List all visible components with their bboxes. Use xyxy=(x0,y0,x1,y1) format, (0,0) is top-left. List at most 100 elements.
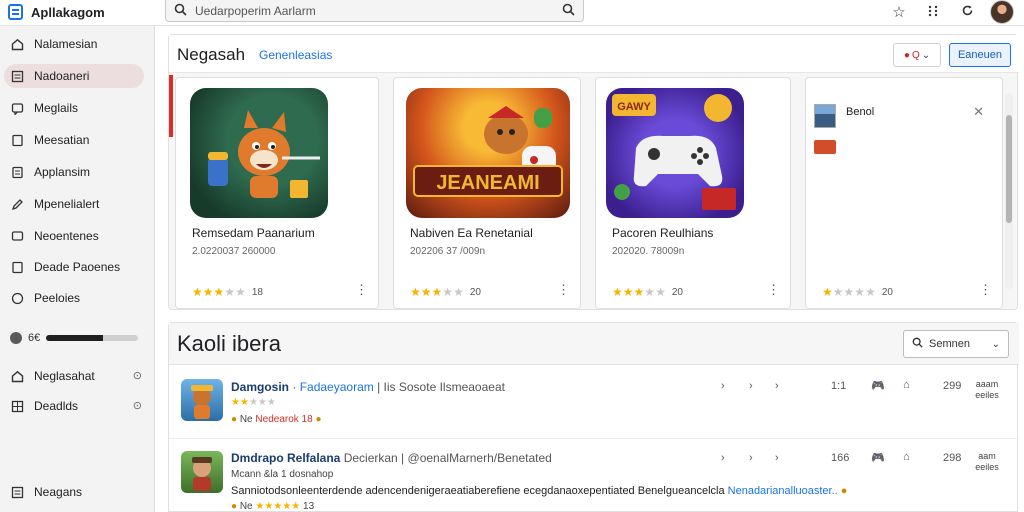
app-card-image: JEANEAMI xyxy=(406,88,570,218)
close-icon[interactable]: ✕ xyxy=(973,104,984,120)
sidebar-item-label: Deade Paoenes xyxy=(34,260,121,274)
star-icon: ★ xyxy=(282,501,292,512)
apps-grid-icon[interactable] xyxy=(916,4,950,21)
chevron-down-icon: ⌄ xyxy=(991,338,1000,350)
list-item-size-unit: aaam eeiles xyxy=(975,379,999,400)
sidebar-item-notes[interactable]: Neoentenes xyxy=(4,224,144,248)
gamepad-icon[interactable]: 🎮 xyxy=(871,379,885,392)
chevron-right-icon[interactable]: › xyxy=(775,452,779,464)
app-thumbnail xyxy=(814,104,836,128)
featured-scrollbar[interactable]: ▼ xyxy=(1003,93,1013,347)
document-icon xyxy=(10,165,24,179)
info-circle-icon[interactable]: ⊙ xyxy=(133,399,142,412)
more-options-icon[interactable]: ⋮ xyxy=(355,282,368,298)
app-card-compact[interactable]: Benol ✕ ★★★★★ 20 ⋮ xyxy=(805,77,1003,309)
sidebar-item-label: Neoentenes xyxy=(34,229,99,243)
rating-stars: ★★★★★ xyxy=(822,285,876,299)
coin-icon: ● xyxy=(231,501,238,512)
user-avatar[interactable] xyxy=(990,0,1014,24)
sort-dropdown[interactable]: Semnen ⌄ xyxy=(903,330,1009,358)
refresh-icon[interactable] xyxy=(950,4,984,21)
sidebar-item-applications[interactable]: Applansim xyxy=(4,160,144,184)
app-card-title: Pacoren Reulhians xyxy=(612,226,714,240)
list-icon xyxy=(10,485,24,499)
app-card-art-text: JEANEAMI xyxy=(436,172,539,194)
chevron-right-icon[interactable]: › xyxy=(721,380,725,392)
edit-icon xyxy=(10,197,24,211)
sidebar-item-label: Deadlds xyxy=(34,399,79,413)
filter-icon: ● xyxy=(903,49,910,61)
description-link[interactable]: Nenadarianalluoaster.. xyxy=(728,485,838,497)
sidebar-item-label: Peeloies xyxy=(34,291,81,305)
sidebar-item-label: Mpenelialert xyxy=(34,197,100,211)
scrollbar-thumb[interactable] xyxy=(1006,115,1012,223)
app-name[interactable]: Damgosin xyxy=(231,380,289,394)
app-card[interactable]: JEANEAMI Nabiven Ea Renetanial 202206 37… xyxy=(393,77,581,309)
star-icon: ★ xyxy=(655,285,666,299)
sidebar-item-peeloies[interactable]: Peeloies xyxy=(4,286,144,310)
tag-icon[interactable]: ⌂ xyxy=(903,451,910,463)
app-card[interactable]: Remsedam Paanarium 2.0220037 260000 ★★★★… xyxy=(175,77,379,309)
list-item-size: 298 xyxy=(943,452,962,464)
app-developer-link[interactable]: @oenalMarnerh/Benetated xyxy=(408,451,552,465)
app-card-image xyxy=(190,88,328,218)
star-icon: ★ xyxy=(822,285,833,299)
tag-icon[interactable]: ⌂ xyxy=(903,379,910,391)
star-icon: ★ xyxy=(612,285,623,299)
more-options-icon[interactable]: ⋮ xyxy=(979,282,992,298)
featured-action-button[interactable]: Eaneuen xyxy=(949,43,1011,67)
search-bar[interactable]: Uedarpoperim Aarlarm xyxy=(165,0,584,22)
sidebar-item-label: Meglails xyxy=(34,101,79,115)
list-item-stat: 1:1 xyxy=(831,380,847,392)
info-circle-icon[interactable]: ⊙ xyxy=(133,369,142,382)
star-icon: ★ xyxy=(202,285,214,299)
storage-bar-fill xyxy=(46,335,104,341)
description-text: Sanniotodsonleenterdende adencendenigera… xyxy=(231,485,725,497)
app-card[interactable]: GAWY Pacoren Reulhians 202020. 78009n ★★… xyxy=(595,77,791,309)
star-icon: ★ xyxy=(622,285,634,299)
sidebar-item-neglasahat[interactable]: Neglasahat ⊙ xyxy=(4,364,144,388)
app-developer: Decierkan | xyxy=(343,451,405,465)
star-icon: ★ xyxy=(410,285,421,299)
storage-usage: 6€ xyxy=(10,332,139,344)
sidebar-item-deade[interactable]: Deade Paoenes xyxy=(4,255,144,279)
app-card-meta: 202020. 78009n xyxy=(612,246,685,257)
chevron-right-icon[interactable]: › xyxy=(749,452,753,464)
search-input[interactable]: Uedarpoperim Aarlarm xyxy=(195,4,554,18)
chevron-right-icon[interactable]: › xyxy=(721,452,725,464)
app-card-art-text: GAWY xyxy=(617,101,651,113)
chevron-right-icon[interactable]: › xyxy=(775,380,779,392)
search-submit-icon[interactable] xyxy=(562,3,575,19)
list-title: Kaoli ibera xyxy=(177,331,281,356)
app-logo-icon xyxy=(8,4,23,20)
more-options-icon[interactable]: ⋮ xyxy=(557,282,570,298)
sidebar-item-home[interactable]: Nalamesian xyxy=(4,32,144,56)
filter-dropdown[interactable]: ● Q ⌄ xyxy=(893,43,941,67)
sidebar-item-messages[interactable]: Meglails xyxy=(4,96,144,120)
app-name[interactable]: Dmdrapo Relfalana xyxy=(231,451,340,465)
list-item[interactable]: Dmdrapo Relfalana Decierkan | @oenalMarn… xyxy=(169,443,1019,512)
star-icon[interactable]: ☆ xyxy=(882,3,916,21)
more-options-icon[interactable]: ⋮ xyxy=(767,282,780,298)
sidebar-item-meetings[interactable]: Meesatian xyxy=(4,128,144,152)
sidebar-item-label: Meesatian xyxy=(34,133,90,147)
sidebar-item-permissions[interactable]: Mpenelialert xyxy=(4,192,144,216)
rating-stars: ★★★★★ xyxy=(612,285,666,299)
app-brand[interactable]: Apllakagom xyxy=(8,3,105,21)
app-thumbnail xyxy=(181,451,223,493)
featured-section: Negasah Genenleasias ● Q ⌄ Eaneuen Remse… xyxy=(168,34,1019,347)
active-accent-bar xyxy=(169,75,173,137)
rating-count: 20 xyxy=(881,286,893,298)
list-item[interactable]: Damgosin · Fadaeyaoram | Iis Sosote Ilsm… xyxy=(169,371,1019,439)
gamepad-icon[interactable]: 🎮 xyxy=(871,451,885,464)
featured-see-all-link[interactable]: Genenleasias xyxy=(259,48,332,62)
app-developer-link[interactable]: Fadaeyaoram xyxy=(300,380,374,394)
list-item-size: 299 xyxy=(943,380,962,392)
sidebar-item-deadlds[interactable]: Deadlds ⊙ xyxy=(4,394,144,418)
sidebar-item-neagans[interactable]: Neagans xyxy=(4,480,144,504)
list-box-icon xyxy=(10,69,24,83)
app-card-rating: ★★★★★ 20 xyxy=(612,285,683,299)
sidebar-item-active[interactable]: Nadoaneri xyxy=(4,64,144,88)
app-card-title: Remsedam Paanarium xyxy=(192,226,315,240)
chevron-right-icon[interactable]: › xyxy=(749,380,753,392)
